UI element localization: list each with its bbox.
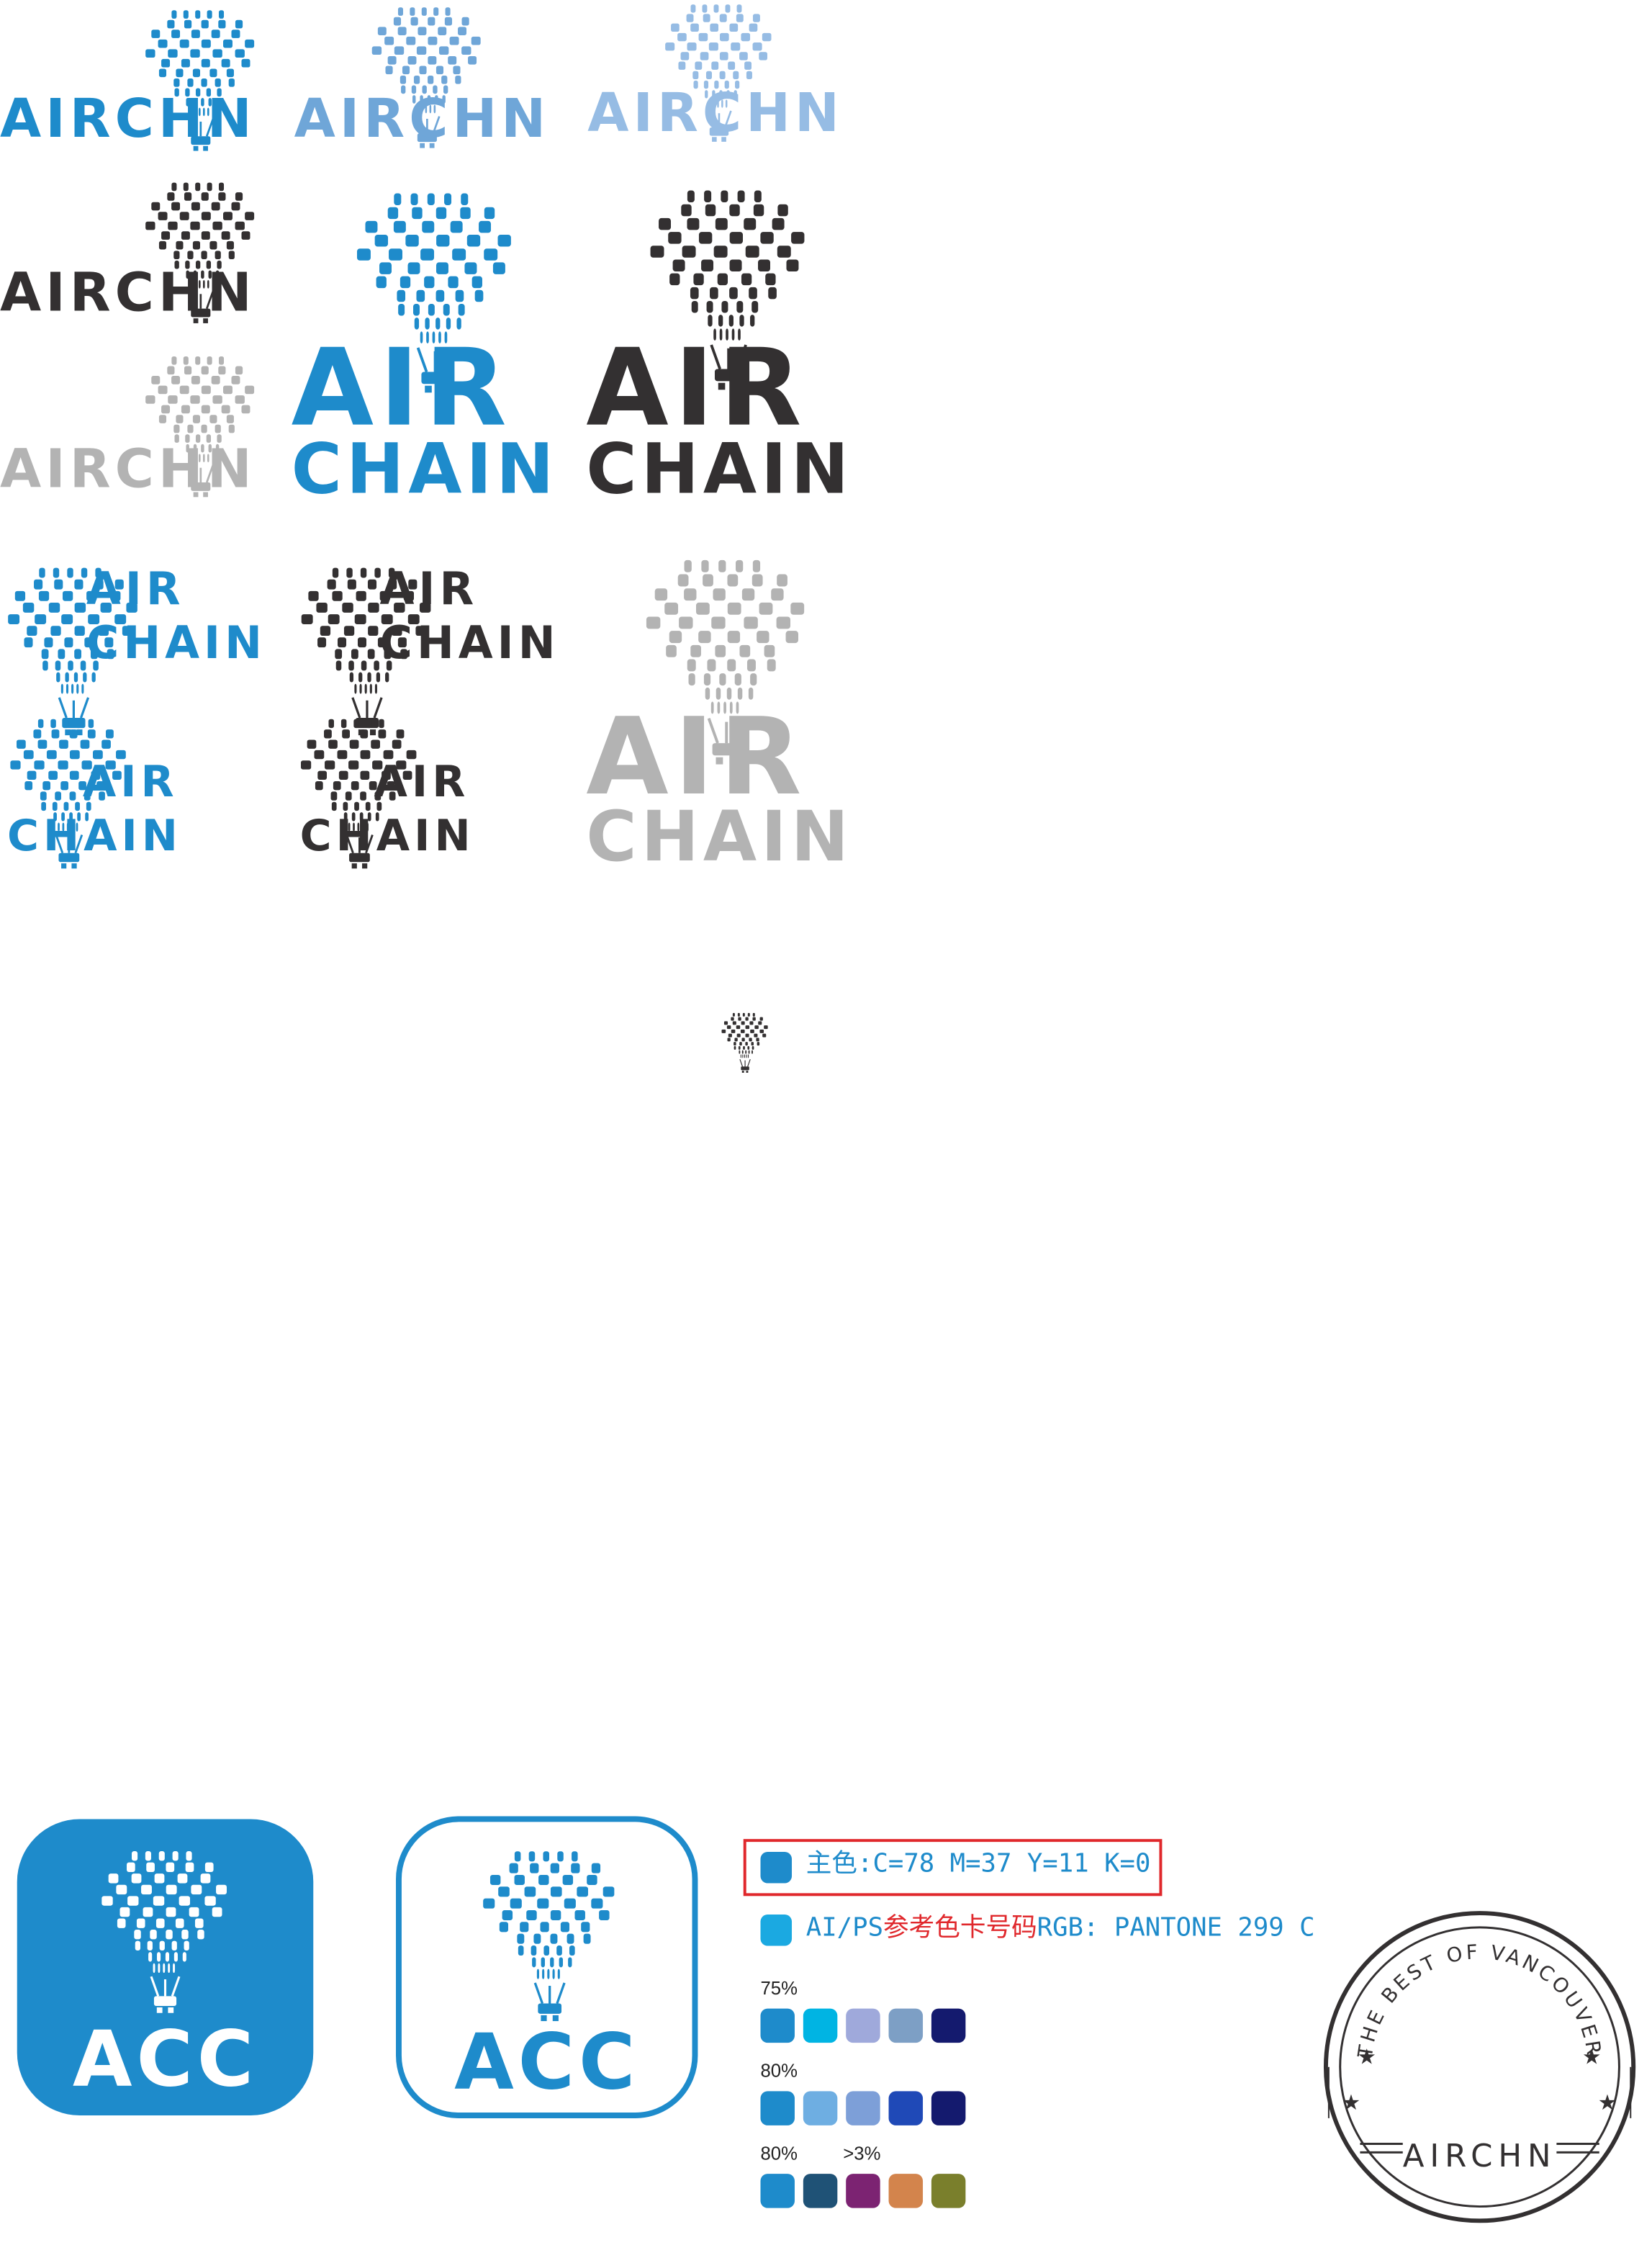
pantone-cn: 参考色卡号码 [883,1913,1037,1943]
primary-color-swatch [760,1851,793,1884]
airchn-wordmark: AIRCHN [294,86,551,149]
pantone-color-swatch [760,1915,793,1946]
palette-swatch [931,2008,966,2043]
acc-label: ACC [454,2017,640,2107]
pantone-prefix: AI/PS [805,1913,884,1943]
palette-label: 75% [760,1977,798,1999]
chain-wordmark: CHAIN [86,618,266,670]
airchn-wordmark: AIRCHN [0,86,256,149]
palette-swatch [888,2008,924,2043]
stamp-bottom-text: AIRCHN [1403,2138,1557,2174]
airchn-wordmark: AIRCHN [587,81,844,145]
app-icon-outline: ACC [396,1816,698,2118]
acc-label: ACC [72,2014,258,2105]
chain-wordmark: CHAIN [6,812,182,863]
air-wordmark: AIR [86,564,185,616]
air-wordmark: AIR [82,758,179,809]
star-icon: ★ [1598,2091,1617,2115]
app-icon-filled: ACC [17,1819,314,2115]
palette-swatch [760,2008,795,2043]
air-wordmark: AIR [291,326,513,451]
svg-text:THE BEST OF VANCOUVER: THE BEST OF VANCOUVER [1353,1940,1606,2060]
palette-swatch [760,2091,795,2125]
balloon-logo-icon [101,1851,227,2013]
balloon-logo-icon [483,1851,615,2022]
palette-swatch [760,2174,795,2208]
palette-label: 80% [760,2059,798,2082]
palette-swatch [931,2091,966,2125]
pantone-suffix: RGB: PANTONE 299 C [1037,1913,1315,1943]
air-wordmark: AIR [379,564,479,616]
palette-swatch [803,2091,838,2125]
airchn-wordmark: AIRCHN [0,436,256,500]
palette-swatch [931,2174,966,2208]
star-icon: ★ [1357,2045,1376,2069]
air-wordmark: AIR [586,326,808,451]
pantone-text: AI/PS参考色卡号码RGB: PANTONE 299 C [805,1913,1315,1943]
palette-swatch [846,2174,880,2208]
chain-wordmark: CHAIN [299,812,475,863]
palette-swatch [803,2174,838,2208]
palette-label: 80% [760,2142,798,2164]
palette-swatch [888,2091,924,2125]
chain-wordmark: CHAIN [586,798,854,878]
air-wordmark: AIR [374,758,470,809]
primary-color-text: 主色:C=78 M=37 Y=11 K=0 [805,1849,1151,1879]
stamp-badge: THE BEST OF VANCOUVER ★ ★ ★ ★ AIRCHN [1323,1910,1636,2223]
star-icon: ★ [1342,2091,1361,2115]
chain-wordmark: CHAIN [586,429,854,510]
palette-swatch [888,2174,924,2208]
chain-wordmark: CHAIN [379,618,560,670]
air-wordmark: AIR [586,695,808,819]
airchn-wordmark: AIRCHN [0,260,256,323]
palette-swatch [846,2008,880,2043]
star-icon: ★ [1582,2045,1602,2069]
balloon-logo-icon [721,1012,768,1072]
palette-swatch [803,2008,838,2043]
palette-swatch [846,2091,880,2125]
palette-label-secondary: >3% [843,2142,881,2164]
sheet: AIRCHN AIRCHN AIRCHN AIRCHN AIRCHN AIR CHAIN AI… [0,0,1652,2245]
stamp-arc-text: THE BEST OF VANCOUVER [1353,1940,1603,2060]
chain-wordmark: CHAIN [291,429,559,510]
